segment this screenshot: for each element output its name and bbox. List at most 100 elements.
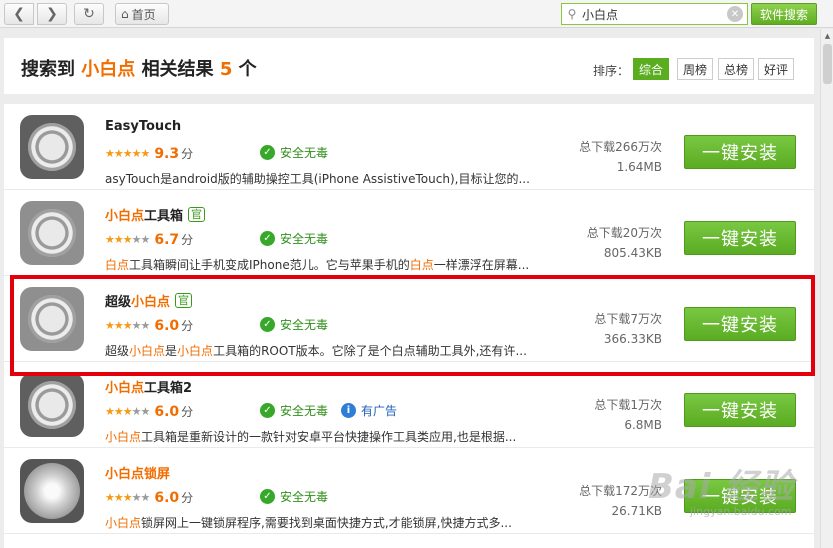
ad-text: 有广告 (361, 404, 398, 418)
safety-badge: ✓ 安全无毒 (260, 488, 328, 505)
star-rating-icon: ★★★★★ (105, 405, 150, 418)
xiaobaidian-toolbox-app-icon[interactable] (20, 201, 84, 265)
app-description: asyTouch是android版的辅助操控工具(iPhone Assistiv… (105, 172, 530, 186)
ad-badge: i 有广告 (341, 402, 397, 419)
app-name-text: 锁屏 (144, 467, 171, 482)
app-name-text: EasyTouch (105, 119, 182, 134)
app-description: 小白点锁屏网上一键锁屏程序,需要找到桌面快捷方式,才能锁屏,快捷方式多... (105, 514, 530, 531)
sort-rating[interactable]: 好评 (758, 58, 794, 80)
check-icon: ✓ (260, 403, 275, 418)
chevron-right-icon: ❯ (46, 6, 58, 22)
refresh-button[interactable]: ↻ (74, 3, 104, 25)
scroll-up-icon[interactable]: ▲ (821, 29, 833, 43)
search-input[interactable]: ⚲ 小白点 ✕ (561, 3, 748, 25)
rating: ★★★★★ 6.7 分 (105, 231, 193, 248)
sort-label: 排序： (593, 64, 630, 78)
desc-keyword: 小白点 (105, 430, 142, 444)
official-badge: 官 (188, 207, 206, 222)
desc-text: 工具箱瞬间让手机变成IPhone范儿。它与苹果手机的 (129, 258, 410, 272)
app-name[interactable]: 小白点 工具箱2 (105, 377, 192, 396)
home-icon: ⌂ (121, 7, 129, 21)
sort-total[interactable]: 总榜 (718, 58, 754, 80)
download-count: 总下载266万次 (579, 140, 662, 154)
list-item: EasyTouch ★★★★★ 9.3 分 ✓ 安全无毒 asyTouch是an… (4, 104, 814, 190)
results-header: 搜索到 小白点 相关结果 5 个 排序： 综合 周榜 总榜 好评 (4, 38, 814, 94)
title-mid: 相关结果 (141, 59, 214, 80)
download-count: 总下载20万次 (586, 226, 662, 240)
desc-keyword: 白点 (105, 258, 130, 272)
baidu-watermark: Bai 经验 (648, 467, 795, 507)
score: 6.0 (154, 489, 180, 506)
score-unit: 分 (181, 491, 194, 505)
chevron-left-icon: ❮ (13, 6, 25, 22)
install-button[interactable]: 一键安装 (684, 135, 796, 169)
app-description: 白点工具箱瞬间让手机变成IPhone范儿。它与苹果手机的白点一样漂浮在屏幕... (105, 256, 530, 273)
list-item: 小白点 工具箱 官 ★★★★★ 6.7 分 ✓ 安全无毒 白点工具箱瞬间让手机变成… (4, 190, 814, 276)
highlight-annotation (10, 275, 815, 376)
score: 6.0 (154, 403, 180, 420)
rating: ★★★★★ 6.0 分 (105, 403, 193, 420)
star-rating-icon: ★★★★★ (105, 147, 150, 160)
score-unit: 分 (181, 147, 194, 161)
safety-text: 安全无毒 (280, 404, 329, 418)
install-button[interactable]: 一键安装 (684, 221, 796, 255)
check-icon: ✓ (260, 489, 275, 504)
xiaobaidian-lockscreen-app-icon[interactable] (20, 459, 84, 523)
install-button[interactable]: 一键安装 (684, 393, 796, 427)
app-name[interactable]: 小白点 锁屏 (105, 463, 170, 482)
forward-button[interactable]: ❯ (37, 3, 67, 25)
sort-weekly[interactable]: 周榜 (677, 58, 713, 80)
app-name-text: 工具箱2 (144, 381, 193, 396)
safety-badge: ✓ 安全无毒 (260, 402, 328, 419)
download-count: 总下载1万次 (594, 398, 662, 412)
app-name-keyword: 小白点 (105, 209, 145, 224)
safety-text: 安全无毒 (280, 146, 329, 160)
scrollbar[interactable]: ▲ (820, 29, 833, 548)
desc-keyword: 白点 (409, 258, 434, 272)
search-query[interactable]: 小白点 (582, 6, 727, 23)
refresh-icon: ↻ (83, 6, 95, 22)
result-summary: 搜索到 小白点 相关结果 5 个 (21, 55, 257, 81)
check-icon: ✓ (260, 145, 275, 160)
back-button[interactable]: ❮ (4, 3, 34, 25)
home-button[interactable]: ⌂ 首页 (115, 3, 169, 25)
rating: ★★★★★ 9.3 分 (105, 145, 193, 162)
software-search-button[interactable]: 软件搜索 (751, 3, 817, 25)
browser-toolbar: ❮ ❯ ↻ ⌂ 首页 ⚲ 小白点 ✕ 软件搜索 (0, 0, 833, 28)
result-count: 5 (219, 59, 233, 80)
app-name-keyword: 小白点 (105, 381, 145, 396)
watermark-url: jingyan.baidu.com (690, 505, 792, 518)
easytouch-app-icon[interactable] (20, 115, 84, 179)
xiaobaidian-toolbox2-app-icon[interactable] (20, 373, 84, 437)
score-unit: 分 (181, 233, 194, 247)
desc-text: 工具箱是重新设计的一款针对安卓平台快捷操作工具类应用,也是根据... (141, 430, 517, 444)
app-name[interactable]: EasyTouch (105, 119, 181, 134)
app-name-text: 工具箱 (144, 209, 184, 224)
app-name[interactable]: 小白点 工具箱 官 (105, 205, 206, 224)
file-size: 6.8MB (624, 418, 662, 432)
title-suffix: 个 (238, 59, 257, 80)
file-size: 1.64MB (616, 160, 662, 174)
clear-search-icon[interactable]: ✕ (727, 6, 743, 22)
app-name-keyword: 小白点 (105, 467, 145, 482)
title-prefix: 搜索到 (21, 59, 75, 80)
file-size: 805.43KB (603, 246, 662, 260)
safety-text: 安全无毒 (280, 490, 329, 504)
home-label: 首页 (131, 7, 156, 22)
desc-keyword: 小白点 (105, 516, 142, 530)
safety-badge: ✓ 安全无毒 (260, 144, 328, 161)
sort-comprehensive[interactable]: 综合 (633, 58, 669, 80)
safety-text: 安全无毒 (280, 232, 329, 246)
rating: ★★★★★ 6.0 分 (105, 489, 193, 506)
title-keyword: 小白点 (81, 59, 136, 80)
info-icon: i (341, 403, 356, 418)
star-rating-icon: ★★★★★ (105, 491, 150, 504)
desc-text: 锁屏网上一键锁屏程序,需要找到桌面快捷方式,才能锁屏,快捷方式多... (141, 516, 512, 530)
score: 6.7 (154, 231, 180, 248)
star-rating-icon: ★★★★★ (105, 233, 150, 246)
check-icon: ✓ (260, 231, 275, 246)
app-description: 小白点工具箱是重新设计的一款针对安卓平台快捷操作工具类应用,也是根据... (105, 428, 530, 445)
scroll-thumb[interactable] (823, 44, 832, 84)
safety-badge: ✓ 安全无毒 (260, 230, 328, 247)
score: 9.3 (154, 145, 180, 162)
